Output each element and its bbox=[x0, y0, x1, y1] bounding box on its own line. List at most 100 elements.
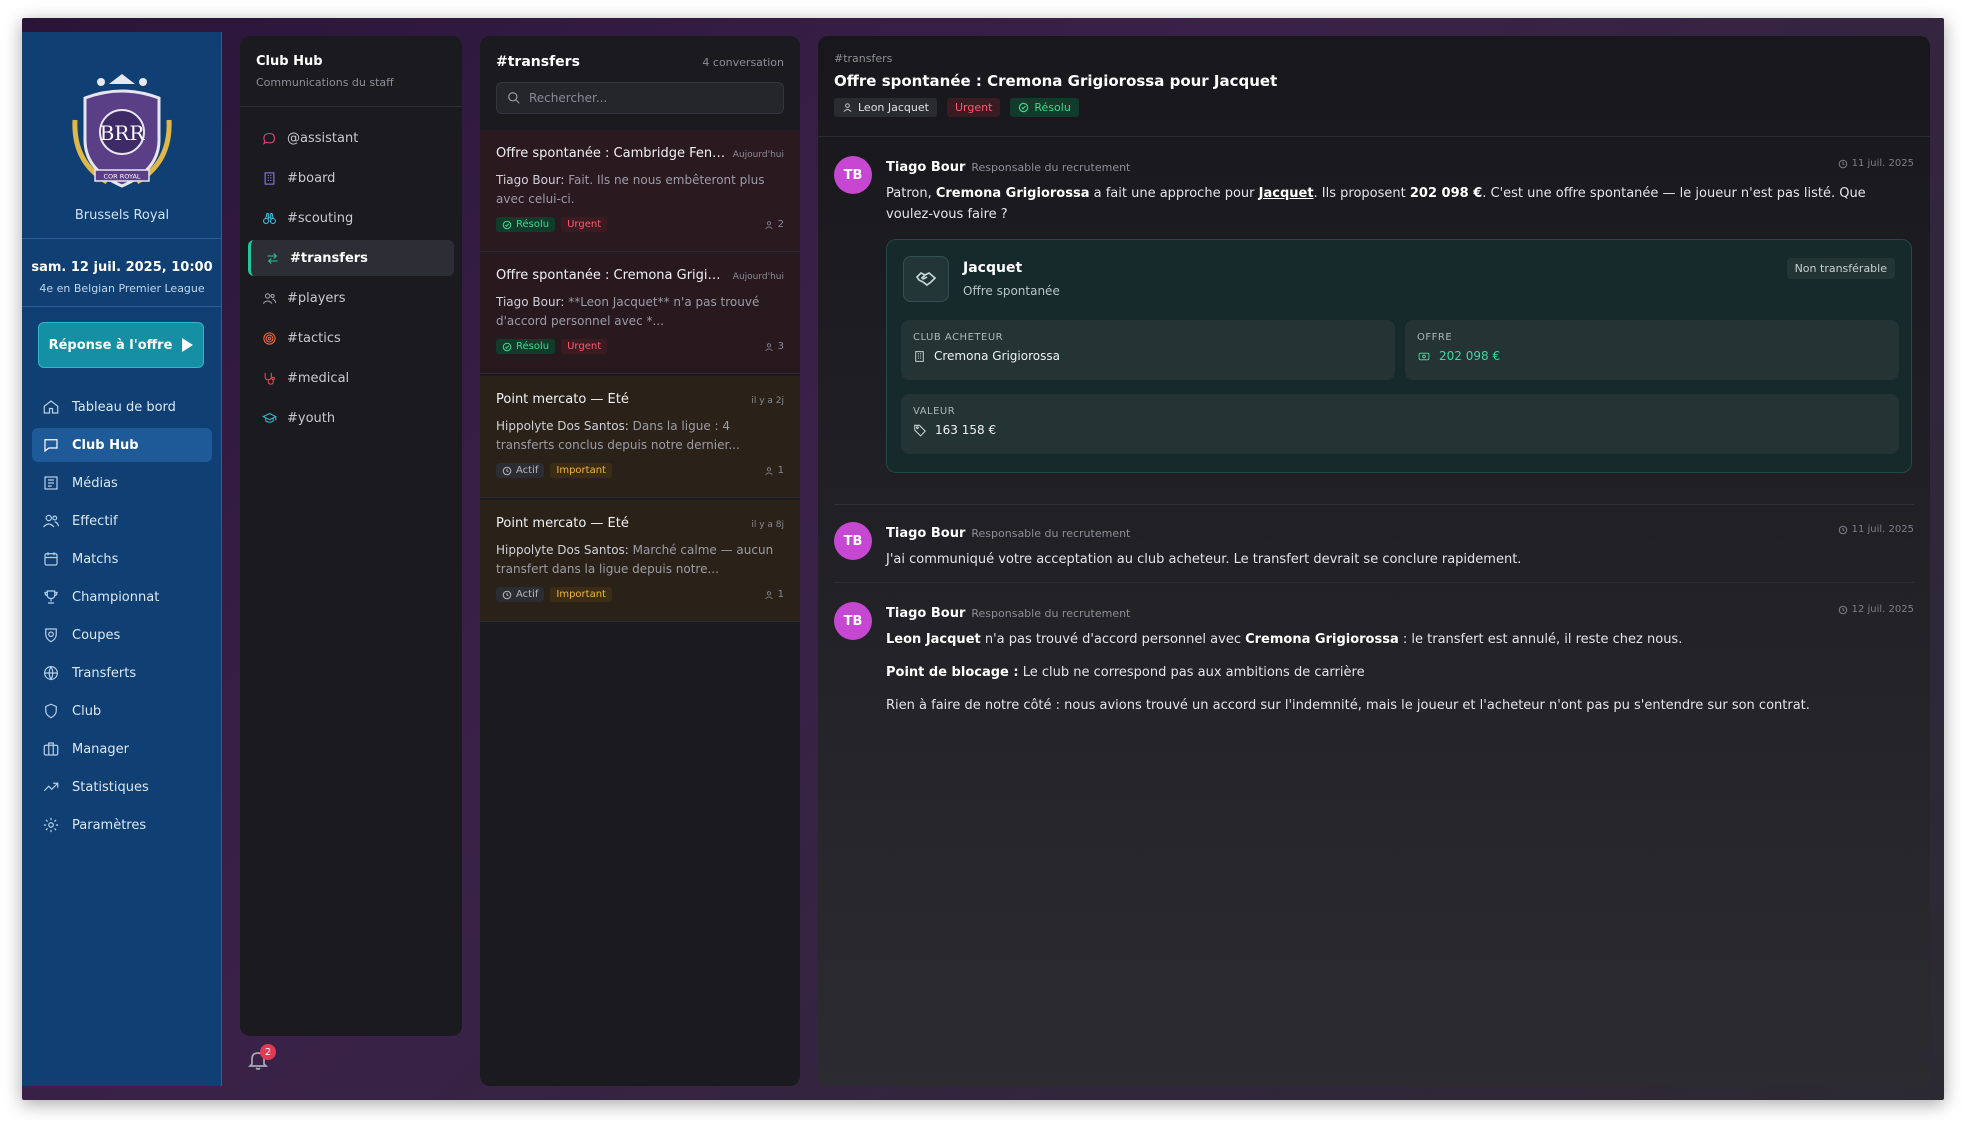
nav-item-manager[interactable]: Manager bbox=[32, 732, 212, 766]
avatar: TB bbox=[834, 522, 872, 560]
message-text: Patron, Cremona Grigiorossa a fait une a… bbox=[886, 183, 1914, 225]
player-mention[interactable]: Jacquet bbox=[1259, 186, 1314, 201]
message-role: Responsable du recrutement bbox=[971, 527, 1131, 540]
channel-youth[interactable]: #youth bbox=[248, 400, 454, 436]
conversation-time: il y a 2j bbox=[751, 396, 784, 406]
sidebar-divider bbox=[22, 306, 222, 307]
nav-item-stats[interactable]: Statistiques bbox=[32, 770, 212, 804]
nav-item-transfers[interactable]: Transferts bbox=[32, 656, 212, 690]
channels-divider bbox=[240, 106, 462, 107]
message-text: Point de blocage : Le club ne correspond… bbox=[886, 662, 1914, 683]
nav-item-club[interactable]: Club bbox=[32, 694, 212, 728]
conversation-title: Point mercato — Été bbox=[496, 516, 629, 531]
conversation-time: il y a 8j bbox=[751, 520, 784, 530]
offer-amount: 202 098 € bbox=[1409, 186, 1483, 201]
avatar: TB bbox=[834, 602, 872, 640]
conversation-time: Aujourd'hui bbox=[732, 272, 784, 282]
offer-value: 202 098 € bbox=[1439, 349, 1501, 363]
banknote-icon bbox=[1418, 352, 1430, 360]
conversation-title: Offre spontanée : Cremona Grigio... bbox=[496, 268, 726, 283]
briefcase-icon bbox=[43, 742, 59, 756]
channel-assistant[interactable]: @assistant bbox=[248, 120, 454, 156]
nav-label: Coupes bbox=[72, 627, 121, 643]
search-box bbox=[496, 82, 784, 114]
text-segment: Le club ne correspond pas aux ambitions … bbox=[1018, 665, 1365, 680]
nav-label: Statistiques bbox=[72, 779, 149, 795]
channel-list: @assistant #board #scouting #transfers #… bbox=[248, 120, 454, 440]
channel-label: #tactics bbox=[287, 330, 341, 346]
nav-item-club-hub[interactable]: Club Hub bbox=[32, 428, 212, 462]
message-time-label: 12 juil. 2025 bbox=[1851, 604, 1914, 615]
thread-header-divider bbox=[818, 136, 1930, 137]
status-label: Actif bbox=[516, 465, 539, 476]
sidebar-divider bbox=[22, 238, 222, 239]
users-icon bbox=[43, 514, 60, 528]
clock-icon bbox=[502, 590, 512, 599]
conversation-item[interactable]: Point mercato — Été il y a 8j Hippolyte … bbox=[480, 500, 800, 622]
channel-medical[interactable]: #medical bbox=[248, 360, 454, 396]
participants: 1 bbox=[764, 465, 784, 476]
status-label: Résolu bbox=[516, 219, 550, 230]
participant-count: 1 bbox=[777, 589, 784, 600]
binoculars-icon bbox=[263, 212, 276, 224]
conversation-item[interactable]: Point mercato — Été il y a 2j Hippolyte … bbox=[480, 376, 800, 498]
nav-item-cups[interactable]: Coupes bbox=[32, 618, 212, 652]
handshake-icon bbox=[903, 256, 949, 302]
clock-icon bbox=[1838, 525, 1847, 534]
clock-icon bbox=[502, 466, 512, 475]
thread-title: Offre spontanée : Cremona Grigiorossa po… bbox=[834, 72, 1278, 90]
channel-label: #scouting bbox=[287, 210, 354, 226]
calendar-icon bbox=[44, 552, 58, 566]
priority-badge: Urgent bbox=[561, 339, 608, 354]
nav-item-squad[interactable]: Effectif bbox=[32, 504, 212, 538]
conversation-item[interactable]: Offre spontanée : Cremona Grigio... Aujo… bbox=[480, 252, 800, 374]
nav-item-league[interactable]: Championnat bbox=[32, 580, 212, 614]
buyer-club-mention: Cremona Grigiorossa bbox=[1245, 632, 1399, 647]
notification-count-badge: 2 bbox=[260, 1044, 276, 1060]
channel-transfers[interactable]: #transfers bbox=[248, 240, 454, 276]
newspaper-icon bbox=[44, 476, 58, 490]
thread-tags: Leon Jacquet Urgent Résolu bbox=[834, 98, 1079, 117]
player-tag-label: Leon Jacquet bbox=[858, 101, 929, 114]
svg-text:BRR: BRR bbox=[100, 121, 146, 145]
nav-label: Tableau de bord bbox=[72, 399, 176, 415]
preview-author: Hippolyte Dos Santos: bbox=[496, 419, 629, 433]
check-circle-icon bbox=[502, 220, 512, 229]
message-author: Tiago Bour bbox=[886, 606, 966, 621]
nav-item-settings[interactable]: Paramètres bbox=[32, 808, 212, 842]
nav-label: Matchs bbox=[72, 551, 119, 567]
buyer-club-value: Cremona Grigiorossa bbox=[934, 349, 1060, 363]
conversation-panel-title: #transfers bbox=[496, 54, 580, 70]
nav-item-matches[interactable]: Matchs bbox=[32, 542, 212, 576]
channel-players[interactable]: #players bbox=[248, 280, 454, 316]
preview-author: Tiago Bour: bbox=[496, 173, 565, 187]
channel-tactics[interactable]: #tactics bbox=[248, 320, 454, 356]
nav-item-media[interactable]: Médias bbox=[32, 466, 212, 500]
globe-icon bbox=[44, 666, 58, 681]
main-nav: Tableau de bord Club Hub Médias Effectif… bbox=[32, 390, 212, 846]
text-segment: : le transfert est annulé, il reste chez… bbox=[1398, 632, 1683, 647]
participants: 2 bbox=[764, 219, 784, 230]
respond-offer-button[interactable]: Réponse à l'offre bbox=[38, 322, 204, 368]
conversation-preview: Tiago Bour: Fait. Ils ne nous embêteront… bbox=[496, 171, 784, 209]
shield-award-icon bbox=[45, 628, 57, 643]
respond-offer-label: Réponse à l'offre bbox=[48, 337, 173, 353]
users-icon bbox=[262, 292, 277, 304]
field-label: OFFRE bbox=[1417, 332, 1453, 343]
conversation-item[interactable]: Offre spontanée : Cambridge Fen ... Aujo… bbox=[480, 130, 800, 252]
channel-board[interactable]: #board bbox=[248, 160, 454, 196]
text-segment: a fait une approche pour bbox=[1089, 186, 1259, 201]
target-icon bbox=[263, 331, 276, 345]
conversation-title: Offre spontanée : Cambridge Fen ... bbox=[496, 146, 726, 161]
participants: 3 bbox=[764, 341, 784, 352]
value-field: VALEUR 163 158 € bbox=[901, 394, 1899, 454]
transfer-offer-card: Jacquet Offre spontanée Non transférable… bbox=[886, 239, 1912, 473]
player-tag[interactable]: Leon Jacquet bbox=[834, 98, 937, 117]
participant-count: 3 bbox=[777, 341, 784, 352]
channel-scouting[interactable]: #scouting bbox=[248, 200, 454, 236]
message-divider bbox=[834, 582, 1914, 583]
search-input[interactable] bbox=[529, 91, 779, 105]
chat-icon bbox=[44, 439, 58, 453]
message-time: 11 juil. 2025 bbox=[1838, 524, 1914, 535]
nav-item-dashboard[interactable]: Tableau de bord bbox=[32, 390, 212, 424]
